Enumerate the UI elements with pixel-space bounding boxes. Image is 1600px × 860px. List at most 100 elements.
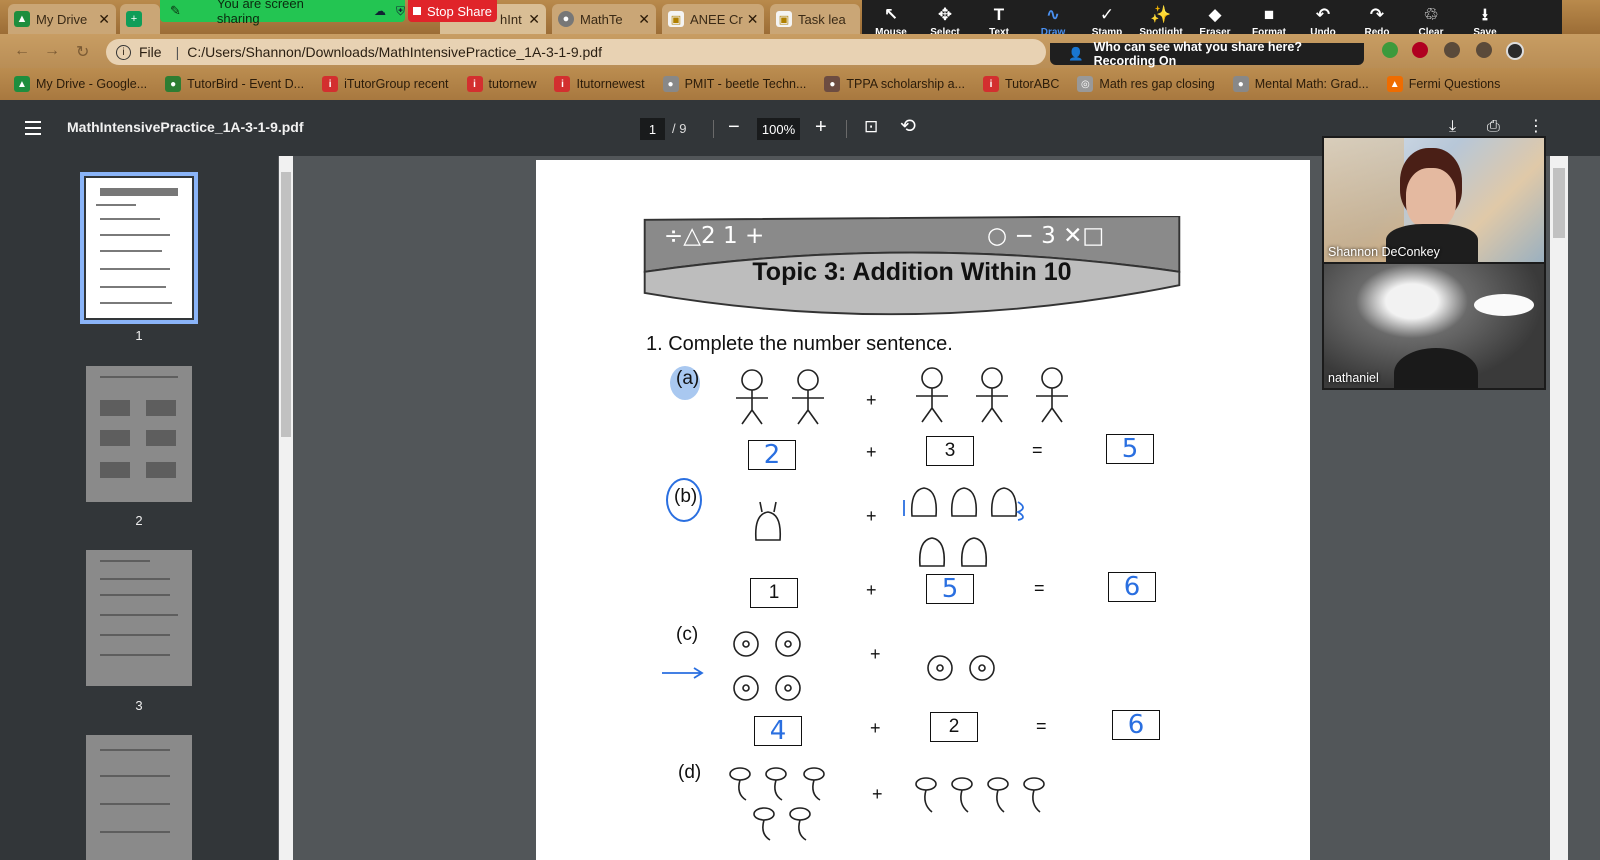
bookmark-favicon-icon: i (554, 76, 571, 92)
video-panel: Shannon DeConkey nathaniel (1322, 136, 1546, 390)
tab-task[interactable]: ▣ Task lea (770, 4, 860, 34)
info-icon[interactable]: i (116, 44, 131, 60)
bookmark-label: Itutornewest (576, 77, 645, 91)
recording-notice[interactable]: 👤 Who can see what you share here? Recor… (1050, 40, 1364, 68)
print-icon[interactable]: ⎙ (1487, 116, 1500, 138)
fit-page-icon[interactable]: ⊡ (864, 116, 878, 138)
page-scrollbar[interactable] (1550, 156, 1568, 860)
scrollbar-thumb[interactable] (1553, 168, 1565, 238)
page-thumbnail-2[interactable] (86, 366, 192, 502)
profile-avatar[interactable] (1506, 42, 1524, 60)
zoom-in-button[interactable]: + (815, 116, 827, 138)
sharing-status-text: You are screen sharing (216, 0, 304, 26)
tab-my-drive[interactable]: ▲ My Drive ✕ (8, 4, 116, 34)
bookmark-item[interactable]: i iTutorGroup recent (322, 76, 449, 92)
page-thumbnail-3[interactable] (86, 550, 192, 686)
creature-figures-d-right (915, 777, 1045, 813)
bookmark-item[interactable]: ● TutorBird - Event D... (165, 76, 304, 92)
answer-box[interactable]: 5 (926, 574, 974, 604)
page-thumbnail-1[interactable] (80, 172, 198, 324)
number-box: 3 (926, 436, 974, 466)
back-icon[interactable]: ← (14, 42, 30, 60)
pdf-filename: MathIntensivePractice_1A-3-1-9.pdf (67, 119, 304, 135)
extension-icon[interactable] (1444, 42, 1460, 58)
bookmark-item[interactable]: ▲ My Drive - Google... (14, 76, 147, 92)
scrollbar-thumb[interactable] (281, 172, 291, 437)
video-tile-shannon[interactable]: Shannon DeConkey (1324, 138, 1544, 262)
more-options-icon[interactable]: ⋮ (1528, 116, 1544, 138)
ublock-icon[interactable] (1412, 42, 1428, 58)
google-drive-icon: ▲ (14, 11, 30, 27)
pdf-page: ÷△2 1 + ○ − 3 ✕□ Topic 3: Addition Withi… (536, 160, 1310, 860)
svg-text:○ − 3 ✕□: ○ − 3 ✕□ (987, 223, 1104, 249)
bookmark-item[interactable]: i tutornew (466, 76, 536, 92)
bookmark-favicon-icon: ● (1232, 76, 1249, 92)
close-icon[interactable]: ✕ (94, 11, 110, 28)
number-box: 2 (930, 712, 978, 742)
part-label: (d) (678, 762, 702, 783)
monster-figures-c-left (733, 631, 801, 701)
close-icon[interactable]: ✕ (743, 11, 759, 28)
tab-sheet[interactable]: + (120, 4, 160, 34)
tab-label: Task lea (798, 11, 846, 27)
video-tile-nathaniel[interactable]: nathaniel (1324, 264, 1544, 388)
bookmark-item[interactable]: ● TPPA scholarship a... (824, 76, 965, 92)
draw-icon: ∿ (1045, 5, 1061, 24)
menu-icon[interactable] (25, 121, 41, 139)
page-total: / 9 (672, 121, 687, 136)
bookmark-label: TPPA scholarship a... (846, 77, 965, 91)
bookmark-favicon-icon: ● (824, 76, 841, 92)
bookmark-favicon-icon: i (982, 76, 999, 92)
answer-box[interactable]: 6 (1112, 710, 1160, 740)
bookmark-item[interactable]: ▲ Fermi Questions (1386, 76, 1500, 92)
reload-icon[interactable]: ↻ (76, 42, 89, 62)
answer-box[interactable]: 2 (748, 440, 796, 470)
bookmark-item[interactable]: ● PMIT - beetle Techn... (662, 76, 806, 92)
bookmark-label: TutorBird - Event D... (187, 77, 305, 91)
printed-number: 3 (944, 440, 956, 461)
close-icon[interactable]: ✕ (634, 11, 650, 28)
thumbnail-label: 3 (135, 698, 143, 713)
participant-avatar (1394, 348, 1478, 388)
answer-box[interactable]: 5 (1106, 434, 1154, 464)
bookmark-favicon-icon: i (466, 76, 483, 92)
forward-icon[interactable]: → (44, 42, 60, 60)
participant-avatar (1406, 168, 1456, 228)
extension-icon[interactable] (1476, 42, 1492, 58)
bookmark-label: Math res gap closing (1099, 77, 1215, 91)
stop-share-label: Stop Share (426, 3, 493, 19)
download-icon[interactable]: ⤓ (1449, 116, 1456, 138)
plus-sign: + (870, 644, 881, 664)
document-icon: ▣ (668, 11, 684, 27)
bookmark-favicon-icon: i (322, 76, 339, 92)
bookmark-item[interactable]: ◎ Math res gap closing (1077, 76, 1215, 92)
tab-mathtex[interactable]: ● MathTe ✕ (552, 4, 656, 34)
plus-sign: + (866, 506, 877, 526)
answer-box[interactable]: 6 (1108, 572, 1156, 602)
stop-share-button[interactable]: Stop Share (408, 0, 497, 22)
part-label: (b) (674, 486, 698, 507)
bookmark-favicon-icon: ● (662, 76, 679, 92)
page-thumbnail-4[interactable] (86, 735, 192, 860)
eraser-icon: ◆ (1208, 5, 1222, 24)
bookmark-label: TutorABC (1004, 77, 1060, 91)
handwritten-answer: 2 (763, 440, 781, 470)
plus-icon: + (126, 11, 142, 27)
tab-anee[interactable]: ▣ ANEE Cr ✕ (662, 4, 764, 34)
bookmark-item[interactable]: i TutorABC (982, 76, 1060, 92)
zoom-level-input[interactable]: 100% (757, 118, 800, 140)
svg-text:÷△2 1 +: ÷△2 1 + (664, 223, 764, 249)
extension-icon[interactable] (1382, 42, 1398, 58)
page-number-input[interactable]: 1 (640, 118, 665, 140)
thumbnail-label: 1 (135, 328, 143, 343)
sidebar-scrollbar[interactable] (279, 156, 293, 860)
rotate-icon[interactable]: ⟲ (900, 116, 916, 138)
zoom-out-button[interactable]: − (728, 116, 740, 138)
bookmark-item[interactable]: ● Mental Math: Grad... (1232, 76, 1369, 92)
answer-box[interactable]: 4 (754, 716, 802, 746)
close-icon[interactable]: ✕ (524, 11, 540, 28)
address-bar[interactable]: i File | C:/Users/Shannon/Downloads/Math… (106, 39, 1046, 65)
participant-name: Shannon DeConkey (1328, 245, 1440, 259)
bookmark-item[interactable]: i Itutornewest (554, 76, 645, 92)
screen-sharing-banner[interactable]: ✎ You are screen sharing ☁ ⛨ (160, 0, 405, 26)
